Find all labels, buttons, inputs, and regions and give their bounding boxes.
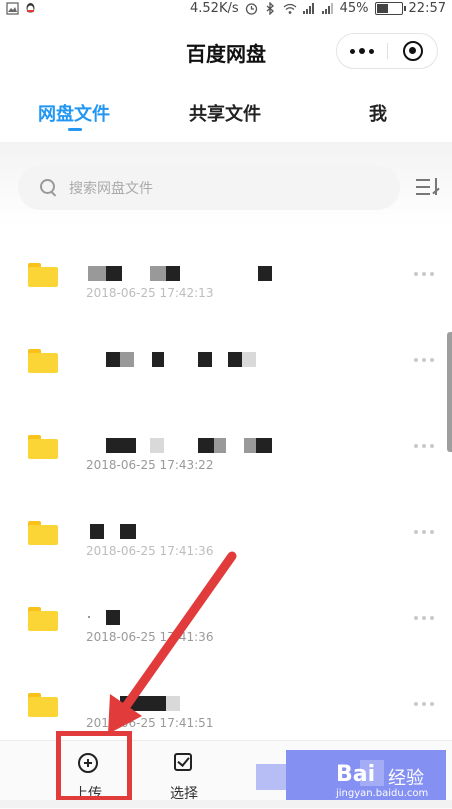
watermark-brand: Bai: [336, 762, 376, 787]
watermark-url: jingyan.baidu.com: [336, 788, 429, 799]
baidu-watermark: Bai 经验 jingyan.baidu.com: [256, 750, 446, 804]
annotation-arrow: [108, 551, 237, 734]
annotation-highlight-box: [56, 731, 132, 801]
bottom-strip: [0, 800, 452, 808]
watermark-jingyan: 经验: [388, 768, 424, 789]
